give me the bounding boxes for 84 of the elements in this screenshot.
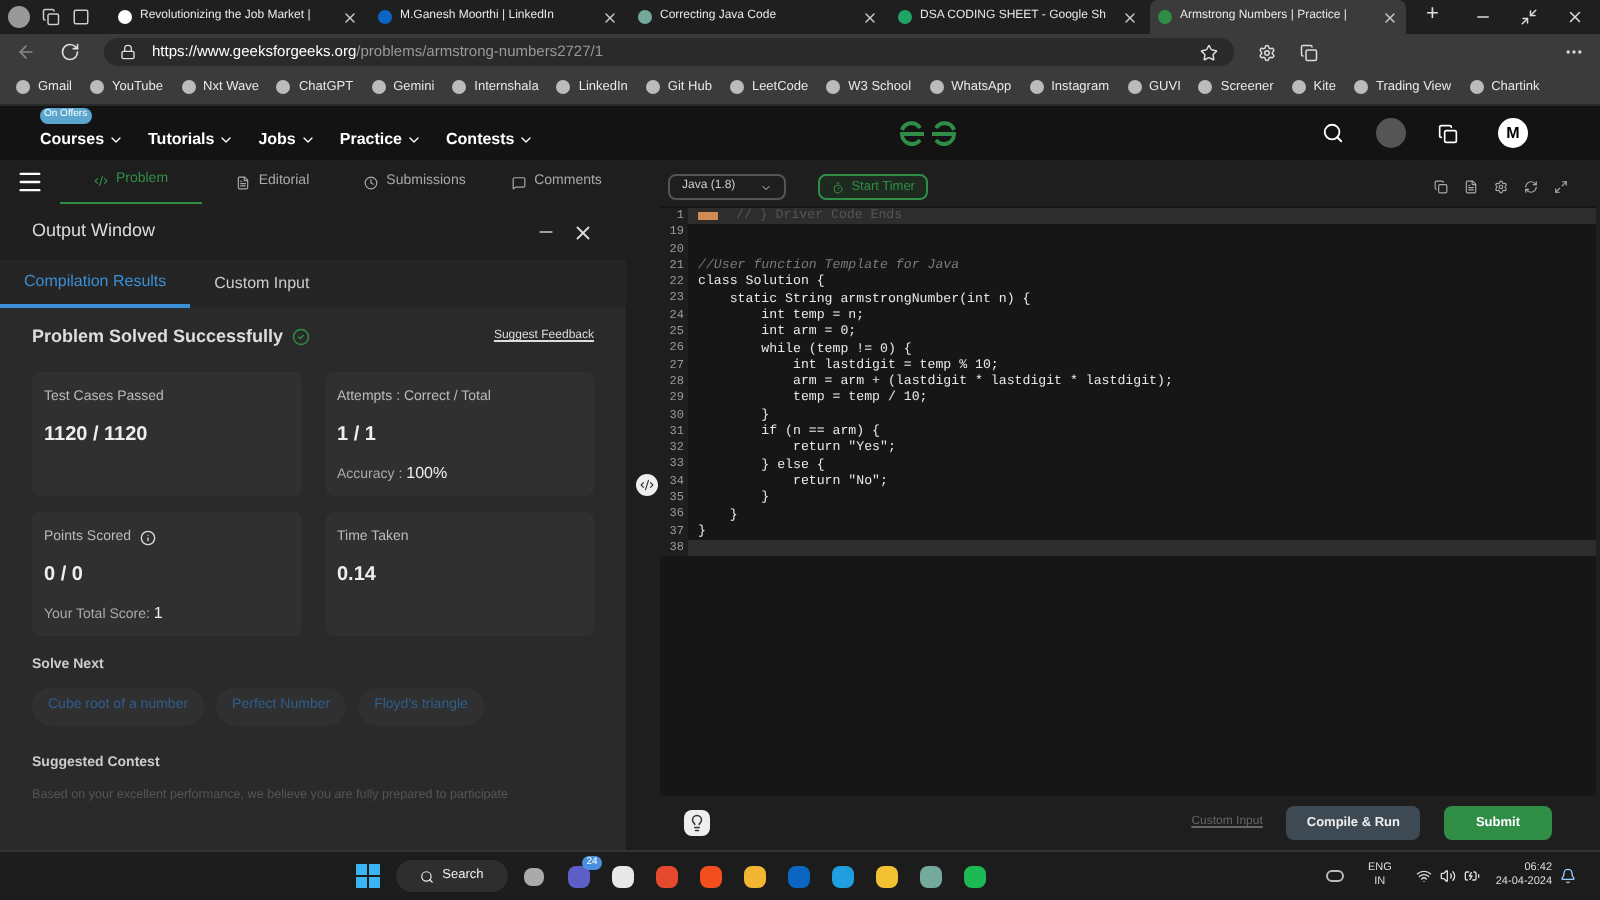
document-icon [236, 175, 251, 189]
stat-value: 1120 / 1120 [44, 422, 150, 450]
favicon-icon [16, 80, 30, 94]
windows-start-icon[interactable] [356, 864, 381, 888]
favicon-icon [826, 80, 841, 94]
nav-menu[interactable]: Jobs [258, 127, 316, 151]
back-icon[interactable] [16, 42, 36, 62]
stat-value: 0.14 [337, 562, 378, 590]
panel-title: Output Window [32, 218, 156, 245]
output-tab[interactable]: Compilation Results [0, 260, 191, 308]
app-icon[interactable] [919, 865, 942, 887]
nav-menu[interactable]: Practice [339, 127, 423, 151]
new-tab-button[interactable]: + [1410, 0, 1455, 30]
fold-marker-icon[interactable] [698, 212, 718, 221]
favicon-icon [452, 80, 467, 94]
favicon-icon [556, 80, 571, 94]
favicon-icon [371, 80, 386, 94]
clock-icon [364, 175, 379, 189]
app-icon[interactable] [611, 865, 634, 887]
favicon-icon [1029, 80, 1044, 94]
theme-toggle[interactable] [1376, 118, 1406, 148]
favicon-icon [1469, 80, 1484, 94]
close-icon[interactable] [602, 9, 618, 25]
favicon-icon [378, 10, 392, 24]
favicon-icon [181, 80, 196, 94]
favicon-icon [638, 10, 652, 24]
favicon-icon [89, 80, 104, 94]
fullscreen-icon[interactable] [1554, 180, 1568, 194]
output-tab[interactable]: Custom Input [190, 260, 334, 308]
menu-icon[interactable] [16, 168, 44, 196]
status-text: Problem Solved Successfully [32, 324, 284, 350]
chevron-icon [759, 181, 772, 193]
code-icon [93, 174, 108, 188]
favicon-icon [645, 80, 660, 94]
stat-value: 0 / 0 [44, 562, 85, 590]
timer-icon [831, 181, 844, 193]
check-icon [291, 328, 310, 347]
code-icon [640, 478, 654, 492]
copy-icon[interactable] [1434, 180, 1448, 194]
lightbulb-icon [688, 814, 706, 832]
search-icon [420, 869, 435, 883]
app-icon[interactable] [963, 865, 986, 887]
nav-menu[interactable]: Courses [40, 127, 125, 151]
app-icon[interactable] [743, 865, 766, 887]
wifi-icon[interactable] [1415, 868, 1432, 884]
close-icon[interactable] [572, 221, 594, 243]
favicon-icon [118, 10, 132, 24]
hint-button[interactable] [684, 810, 710, 836]
logo-icon[interactable] [898, 119, 959, 147]
favicon-icon [898, 10, 912, 24]
favicon-icon [929, 80, 944, 94]
lock-icon [120, 44, 136, 60]
volume-icon[interactable] [1439, 868, 1456, 884]
stat-value: 1 / 1 [337, 422, 378, 450]
profile-avatar[interactable] [8, 6, 30, 28]
user-avatar[interactable]: M [1498, 118, 1528, 148]
app-icon[interactable] [831, 865, 854, 887]
reload-icon[interactable] [60, 42, 80, 62]
nav-menu[interactable]: Contests [446, 127, 535, 151]
nav-menu[interactable]: Tutorials [148, 127, 235, 151]
favicon-icon [1158, 10, 1172, 24]
resize-handle[interactable] [636, 474, 658, 496]
favicon-icon [729, 80, 744, 94]
favicon-icon [1127, 80, 1141, 94]
search-icon[interactable] [1322, 122, 1344, 144]
info-icon[interactable] [139, 529, 156, 546]
favicon-icon [1198, 80, 1213, 94]
settings-icon[interactable] [1494, 180, 1508, 194]
favicon-icon [1291, 80, 1306, 94]
close-icon[interactable] [342, 9, 358, 25]
favicon-icon [276, 80, 291, 94]
comment-icon [512, 175, 527, 189]
close-icon[interactable] [1122, 9, 1138, 25]
battery-icon[interactable] [1463, 868, 1480, 884]
reset-icon[interactable] [1524, 180, 1538, 194]
favorite-icon[interactable] [1200, 43, 1218, 61]
close-icon[interactable] [862, 9, 878, 25]
file-icon[interactable] [1464, 180, 1478, 194]
app-icon[interactable] [875, 865, 898, 887]
close-icon[interactable] [1566, 8, 1584, 26]
bell-icon[interactable] [1560, 868, 1577, 884]
close-icon[interactable] [1382, 9, 1398, 25]
favicon-icon [1353, 80, 1368, 94]
restore-icon[interactable] [1520, 8, 1538, 26]
